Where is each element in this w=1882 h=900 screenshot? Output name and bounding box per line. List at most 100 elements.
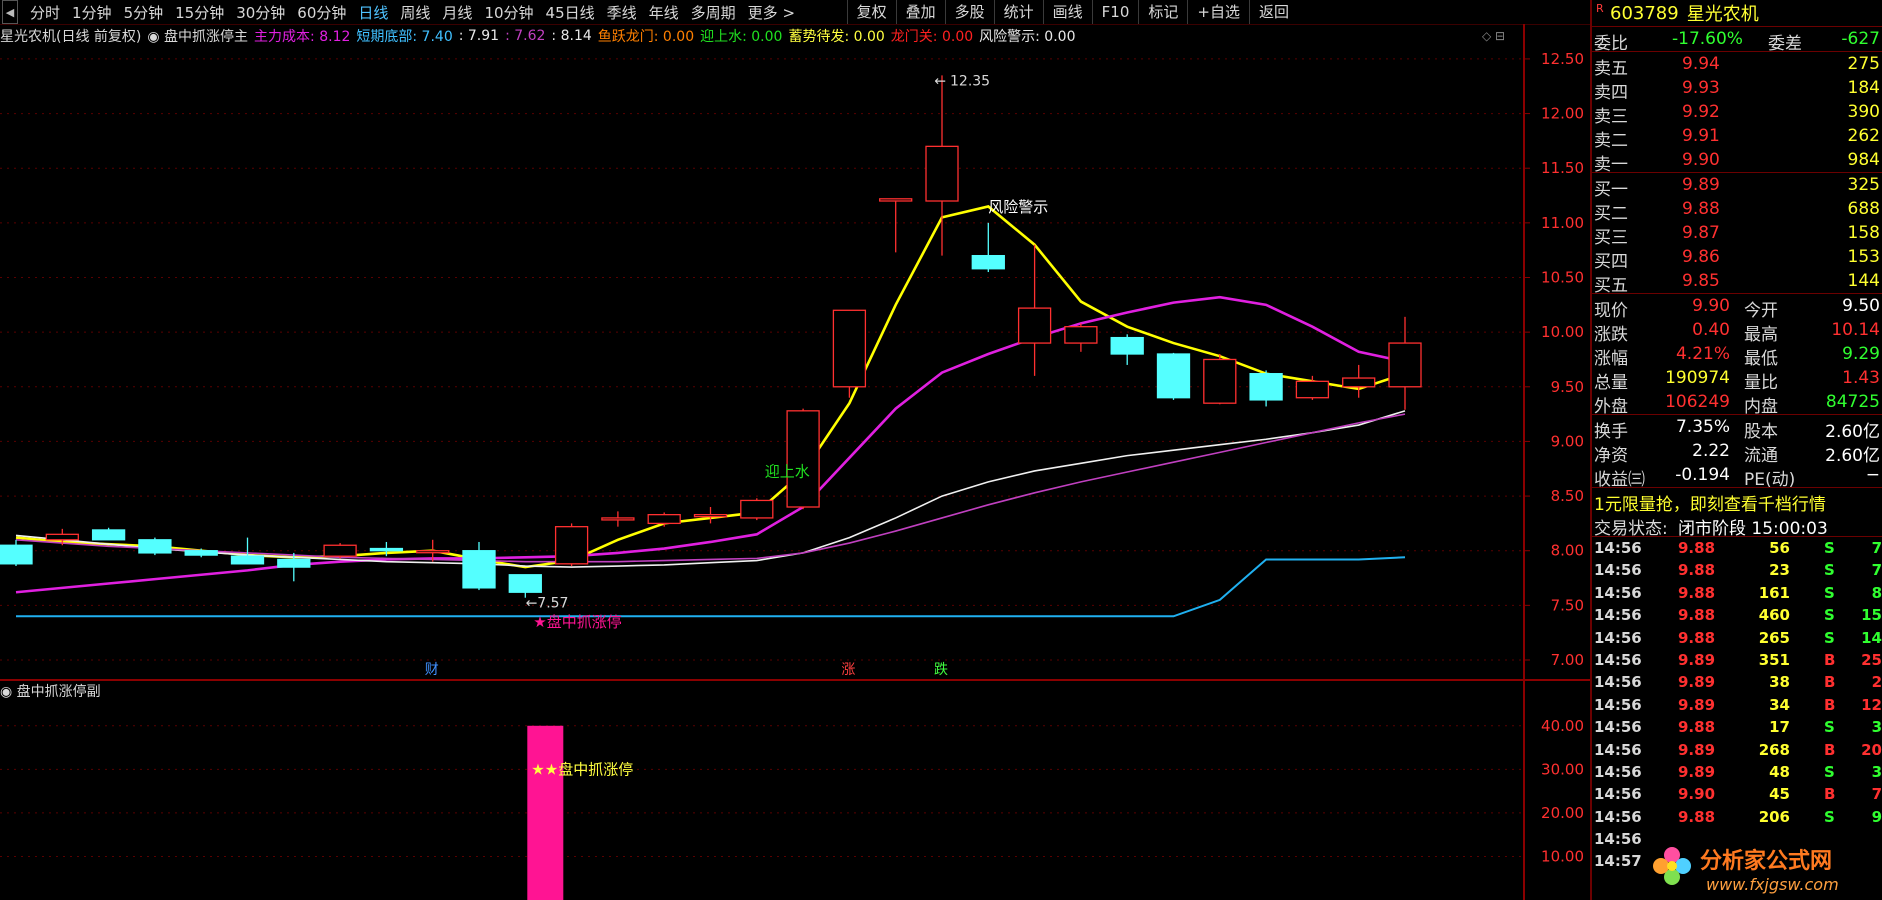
toolbar-button[interactable]: 统计: [993, 0, 1043, 24]
bid-row[interactable]: 买三 9.87 158: [1592, 221, 1882, 248]
scroll-left-button[interactable]: ◀: [2, 0, 18, 24]
candle: [1017, 244, 1052, 376]
low-price-label: 7.57: [537, 596, 568, 612]
toolbar-button[interactable]: F10: [1091, 0, 1139, 24]
period-tab[interactable]: 年线: [643, 2, 685, 23]
period-tab[interactable]: 更多 >: [742, 2, 801, 23]
indicator-line: [15, 410, 1406, 568]
tick-price: 9.88: [1678, 807, 1716, 826]
tick-time: 14:56: [1594, 628, 1642, 647]
high-price-label: 12.35: [950, 73, 990, 89]
candle-body: [1156, 353, 1191, 399]
candle-body: [184, 550, 218, 556]
stock-header: R 603789 星光农机: [1592, 0, 1882, 26]
tick-count: 8: [1871, 583, 1882, 602]
promo-row[interactable]: 1元限量抢，即刻查看千档行情: [1592, 488, 1882, 515]
candle: [138, 537, 172, 556]
candle-body: [230, 555, 265, 565]
stat-value: 4.21%: [1675, 344, 1730, 364]
tick-count: 14: [1861, 628, 1882, 647]
tick-time: 14:56: [1594, 718, 1642, 737]
candle: [1342, 364, 1376, 398]
toolbar-button[interactable]: 叠加: [895, 0, 945, 24]
toolbar-button[interactable]: 标记: [1138, 0, 1187, 24]
bid-price: 9.86: [1682, 247, 1720, 267]
event-marker: 财: [425, 662, 439, 678]
bid-row[interactable]: 买五 9.85 144: [1592, 269, 1882, 296]
indicator-line: [15, 295, 1406, 594]
stat-label: 外盘: [1594, 397, 1628, 417]
candle-body: [323, 544, 357, 557]
tick-row: 14:56 9.88 161 S 8: [1592, 582, 1882, 604]
toolbar-button[interactable]: 复权: [846, 0, 896, 24]
period-tab[interactable]: 1分钟: [66, 2, 118, 23]
tick-time: 14:56: [1594, 673, 1642, 692]
period-tab[interactable]: 5分钟: [118, 2, 170, 23]
watermark-url: www.fxjgsw.com: [1706, 875, 1839, 894]
toolbar-button[interactable]: 返回: [1248, 0, 1298, 24]
ask-label: 卖一: [1594, 155, 1628, 175]
period-tab[interactable]: 多周期: [685, 2, 742, 23]
period-tab[interactable]: 30分钟: [230, 2, 291, 23]
ask-row[interactable]: 卖三 9.92 390: [1592, 100, 1882, 127]
period-tab[interactable]: 季线: [601, 2, 643, 23]
toolbar-button[interactable]: 画线: [1042, 0, 1092, 24]
toolbar-button[interactable]: 多股: [944, 0, 994, 24]
tick-count: 3: [1871, 718, 1882, 737]
tick-list[interactable]: 14:56 9.88 56 S 7 14:56 9.88 23 S 7 14:56 9.88 161 S 8…: [1592, 537, 1882, 873]
tick-volume: 161: [1758, 583, 1790, 602]
candle-body: [138, 539, 172, 554]
candle: [323, 543, 357, 559]
stat-row: 涨幅 4.21% 最低 9.29: [1592, 342, 1882, 369]
period-tab[interactable]: 10分钟: [478, 2, 539, 23]
tick-side: S: [1824, 807, 1835, 826]
tick-count: 7: [1871, 539, 1882, 557]
ask-price: 9.90: [1682, 150, 1720, 170]
kline-chart[interactable]: 12.50 12.00 11.50 11.00 10.50 10.00 9.50 9.00 8.…: [0, 24, 1590, 900]
y-tick-label: 8.00: [1551, 542, 1584, 560]
y-tick-label: 10.00: [1541, 323, 1584, 341]
candle-body: [786, 410, 820, 508]
tick-volume: 206: [1758, 807, 1790, 826]
tick-time: 14:56: [1594, 695, 1642, 714]
ask-row[interactable]: 卖五 9.94 275: [1592, 52, 1882, 79]
bid-volume: 144: [1847, 271, 1880, 291]
tick-volume: 34: [1769, 695, 1790, 714]
y-tick-label: 12.50: [1541, 50, 1584, 68]
bid-row[interactable]: 买四 9.86 153: [1592, 245, 1882, 272]
ask-row[interactable]: 卖一 9.90 984: [1592, 148, 1882, 175]
candle-body: [91, 529, 126, 541]
bid-volume: 688: [1847, 199, 1880, 219]
candle-body: [45, 533, 79, 541]
candle-body: [277, 558, 311, 568]
tick-side: B: [1824, 695, 1836, 714]
period-tab[interactable]: 周线: [394, 2, 436, 23]
candle-body: [1388, 342, 1422, 388]
period-tab[interactable]: 60分钟: [291, 2, 352, 23]
toolbar-button[interactable]: +自选: [1187, 0, 1249, 24]
period-tab[interactable]: 45日线: [540, 2, 601, 23]
ask-row[interactable]: 卖二 9.91 262: [1592, 124, 1882, 151]
stat-value: 84725: [1825, 392, 1880, 412]
bid-volume: 158: [1847, 223, 1880, 243]
period-tab[interactable]: 月线: [436, 2, 478, 23]
tick-price: 9.90: [1678, 785, 1716, 804]
high-arrow: ←: [934, 73, 946, 89]
stat-row: 外盘 106249 内盘 84725: [1592, 390, 1882, 417]
indicator-line: [15, 413, 1406, 563]
bid-row[interactable]: 买一 9.89 325: [1592, 173, 1882, 200]
y-tick-label: 7.50: [1551, 596, 1584, 614]
weicha-label: 委差: [1768, 34, 1802, 54]
period-tab[interactable]: 15分钟: [169, 2, 230, 23]
tick-time: 14:56: [1594, 539, 1642, 557]
candle: [740, 498, 774, 521]
tick-volume: 56: [1769, 539, 1790, 557]
period-tab[interactable]: 分时: [24, 2, 66, 23]
pane-tool-icons: ◇ ⊟: [1482, 29, 1505, 43]
ask-price: 9.91: [1682, 126, 1720, 146]
period-tab[interactable]: 日线: [352, 2, 394, 23]
bid-row[interactable]: 买二 9.88 688: [1592, 197, 1882, 224]
tick-side: S: [1824, 718, 1835, 737]
ask-volume: 262: [1847, 126, 1880, 146]
ask-row[interactable]: 卖四 9.93 184: [1592, 76, 1882, 103]
